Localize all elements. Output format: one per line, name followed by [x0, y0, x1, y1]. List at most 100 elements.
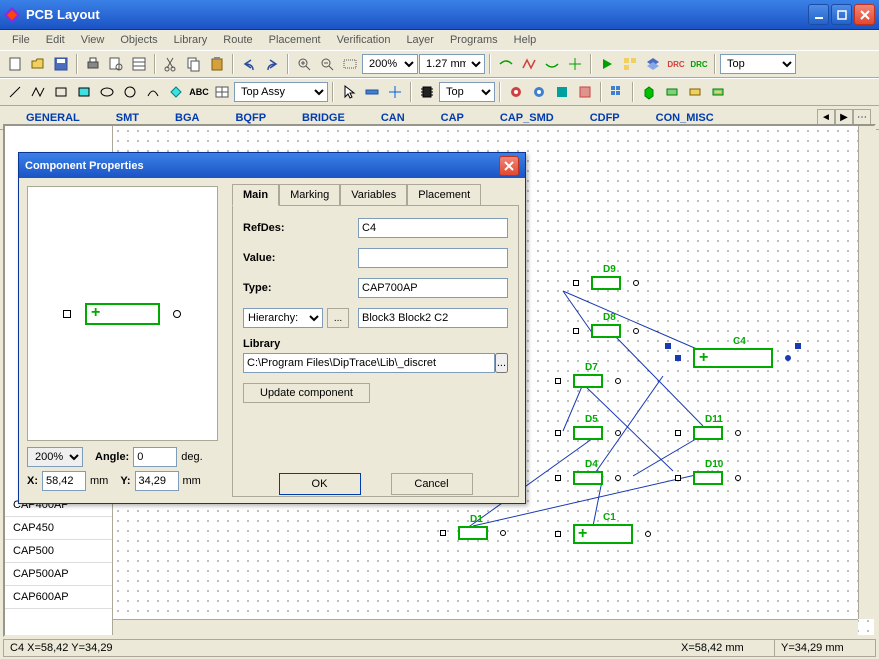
list-item[interactable]: CAP450 [5, 517, 112, 540]
cut-icon[interactable] [160, 53, 182, 75]
tab-main[interactable]: Main [232, 184, 279, 206]
minimize-button[interactable] [808, 4, 829, 25]
chip3-icon[interactable] [707, 81, 729, 103]
type-input[interactable] [358, 278, 508, 298]
chip2-icon[interactable] [684, 81, 706, 103]
arc-tool-icon[interactable] [142, 81, 164, 103]
grid-icon[interactable] [606, 81, 628, 103]
dialog-titlebar[interactable]: Component Properties [19, 153, 525, 178]
y-input[interactable] [135, 471, 179, 491]
menu-placement[interactable]: Placement [261, 32, 329, 48]
undo-icon[interactable] [238, 53, 260, 75]
line-tool-icon[interactable] [4, 81, 26, 103]
menu-programs[interactable]: Programs [442, 32, 506, 48]
via-tool-icon[interactable] [528, 81, 550, 103]
route-fanout-icon[interactable] [564, 53, 586, 75]
print-icon[interactable] [82, 53, 104, 75]
table-tool-icon[interactable] [211, 81, 233, 103]
zoom-window-icon[interactable] [339, 53, 361, 75]
run-icon[interactable] [596, 53, 618, 75]
cancel-button[interactable]: Cancel [391, 473, 473, 495]
polygon-tool-icon[interactable] [165, 81, 187, 103]
copper-tool-icon[interactable] [574, 81, 596, 103]
ellipse-tool-icon[interactable] [96, 81, 118, 103]
component-d5[interactable]: D5 [573, 426, 603, 440]
rect-fill-tool-icon[interactable] [73, 81, 95, 103]
component-d7[interactable]: D7 [573, 374, 603, 388]
layer-select[interactable]: Top [720, 54, 796, 74]
tab-marking[interactable]: Marking [279, 184, 340, 205]
component-tool-icon[interactable] [416, 81, 438, 103]
menu-objects[interactable]: Objects [112, 32, 165, 48]
drc-icon[interactable]: DRC [665, 53, 687, 75]
update-component-button[interactable]: Update component [243, 383, 370, 403]
polyline-tool-icon[interactable] [27, 81, 49, 103]
library-input[interactable] [243, 353, 495, 373]
list-item[interactable]: CAP500 [5, 540, 112, 563]
list-item[interactable]: CAP500AP [5, 563, 112, 586]
new-file-icon[interactable] [4, 53, 26, 75]
component-d8[interactable]: D8 [591, 324, 621, 338]
chip1-icon[interactable] [661, 81, 683, 103]
component-d1[interactable]: D1 [458, 526, 488, 540]
rect-tool-icon[interactable] [50, 81, 72, 103]
component-c4[interactable]: C4 + [693, 348, 773, 368]
component-d9[interactable]: D9 [591, 276, 621, 290]
menu-file[interactable]: File [4, 32, 38, 48]
measure-tool-icon[interactable] [361, 81, 383, 103]
component-d11[interactable]: D11 [693, 426, 723, 440]
ok-button[interactable]: OK [279, 473, 361, 495]
save-file-icon[interactable] [50, 53, 72, 75]
close-button[interactable] [854, 4, 875, 25]
pad-tool-icon[interactable] [505, 81, 527, 103]
design-manager-icon[interactable] [619, 53, 641, 75]
paste-icon[interactable] [206, 53, 228, 75]
open-file-icon[interactable] [27, 53, 49, 75]
value-input[interactable] [358, 248, 508, 268]
origin-tool-icon[interactable] [384, 81, 406, 103]
units-select[interactable]: 1.27 mm [419, 54, 485, 74]
3d-icon[interactable] [638, 81, 660, 103]
zoom-in-icon[interactable] [293, 53, 315, 75]
route-manual-icon[interactable] [495, 53, 517, 75]
cursor-tool-icon[interactable] [338, 81, 360, 103]
copy-icon[interactable] [183, 53, 205, 75]
zoom-select[interactable]: 200% [362, 54, 418, 74]
redo-icon[interactable] [261, 53, 283, 75]
text-tool-icon[interactable]: ABC [188, 81, 210, 103]
zoom-out-icon[interactable] [316, 53, 338, 75]
route-edit-icon[interactable] [541, 53, 563, 75]
hierarchy-select[interactable]: Hierarchy: [243, 308, 323, 328]
refdes-input[interactable] [358, 218, 508, 238]
component-c1[interactable]: C1 + [573, 524, 633, 544]
hierarchy-browse-button[interactable]: ... [327, 308, 349, 328]
circle-tool-icon[interactable] [119, 81, 141, 103]
drc-check-icon[interactable]: DRC [688, 53, 710, 75]
preview-icon[interactable] [105, 53, 127, 75]
scrollbar-horizontal[interactable] [113, 619, 858, 635]
menu-help[interactable]: Help [506, 32, 545, 48]
library-browse-button[interactable]: ... [495, 353, 508, 373]
side-select[interactable]: Top [439, 82, 495, 102]
list-item[interactable]: CAP600AP [5, 586, 112, 609]
menu-route[interactable]: Route [215, 32, 260, 48]
component-d4[interactable]: D4 [573, 471, 603, 485]
menu-verification[interactable]: Verification [329, 32, 399, 48]
maximize-button[interactable] [831, 4, 852, 25]
titleblock-icon[interactable] [128, 53, 150, 75]
component-d10[interactable]: D10 [693, 471, 723, 485]
scrollbar-vertical[interactable] [858, 126, 874, 619]
hole-tool-icon[interactable] [551, 81, 573, 103]
assy-layer-select[interactable]: Top Assy [234, 82, 328, 102]
angle-input[interactable] [133, 447, 177, 467]
route-auto-icon[interactable] [518, 53, 540, 75]
menu-view[interactable]: View [73, 32, 113, 48]
layers-icon[interactable] [642, 53, 664, 75]
preview-zoom-select[interactable]: 200% [27, 447, 83, 467]
hierarchy-input[interactable] [358, 308, 508, 328]
x-input[interactable] [42, 471, 86, 491]
menu-library[interactable]: Library [166, 32, 216, 48]
menu-edit[interactable]: Edit [38, 32, 73, 48]
tab-placement[interactable]: Placement [407, 184, 481, 205]
dialog-close-button[interactable] [499, 156, 519, 176]
